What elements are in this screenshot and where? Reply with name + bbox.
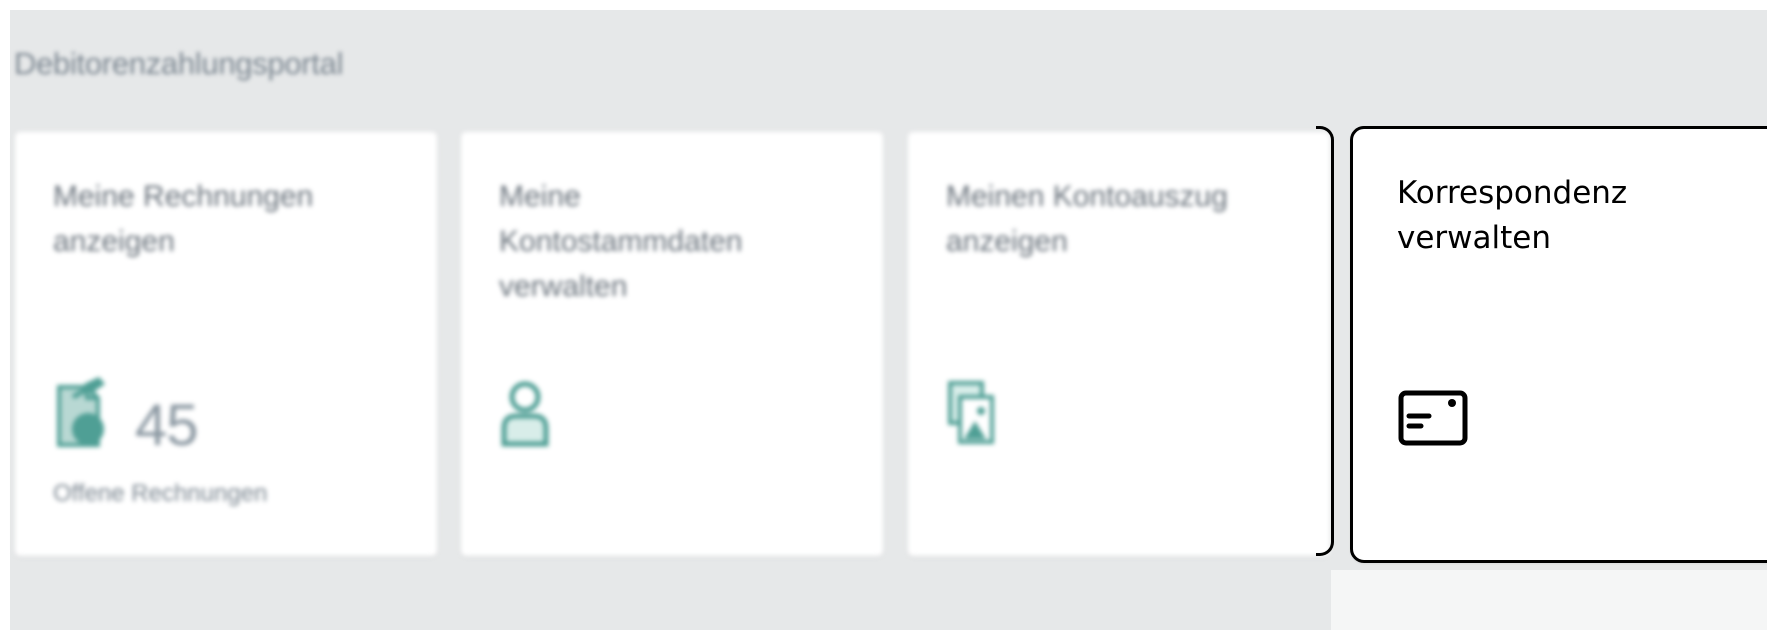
person-icon <box>501 381 549 447</box>
tile-title: Korrespondenz verwalten <box>1397 175 1628 256</box>
tile-account-statement[interactable]: Meinen Kontoauszug anzeigen <box>908 132 1330 556</box>
tile-title: Meine Rechnungen anzeigen <box>53 180 314 258</box>
tile-title: Meine Kontostammdaten verwalten <box>499 180 743 303</box>
focus-bracket <box>1316 126 1334 556</box>
launchpad-page: Debitorenzahlungsportal Meine Rechnungen… <box>0 0 1767 630</box>
tile-account-master-data[interactable]: Meine Kontostammdaten verwalten <box>461 132 883 556</box>
open-invoices-icon <box>57 377 105 447</box>
tile-my-invoices[interactable]: Meine Rechnungen anzeigen 45 Offene Rech… <box>15 132 437 556</box>
tile-correspondence[interactable]: Korrespondenz verwalten <box>1350 126 1767 563</box>
account-statement-icon <box>948 381 994 444</box>
panel-footer <box>1331 570 1767 630</box>
tile-title: Meinen Kontoauszug anzeigen <box>946 180 1228 258</box>
open-invoices-label: Offene Rechnungen <box>53 480 268 507</box>
open-invoices-count: 45 <box>135 393 199 458</box>
correspondence-icon <box>1398 390 1468 446</box>
